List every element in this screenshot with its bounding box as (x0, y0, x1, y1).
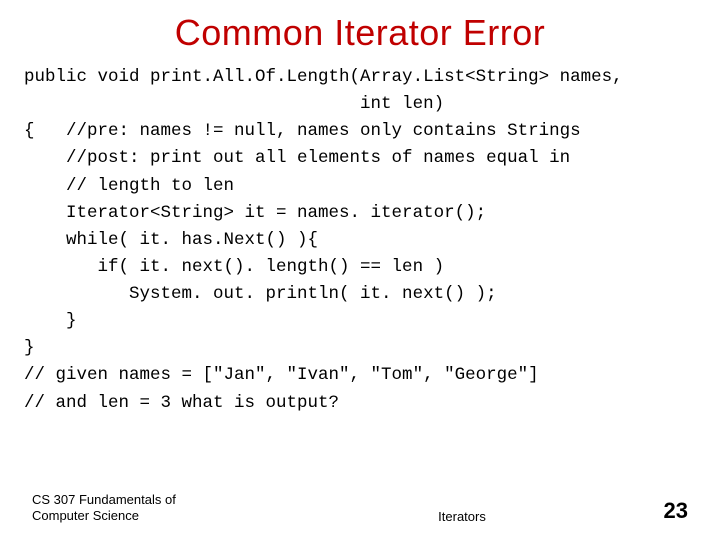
slide-container: Common Iterator Error public void print.… (0, 0, 720, 540)
code-block: public void print.All.Of.Length(Array.Li… (24, 64, 696, 492)
footer-course: CS 307 Fundamentals of Computer Science (32, 492, 212, 525)
footer-page-number: 23 (652, 498, 688, 524)
slide-title: Common Iterator Error (24, 12, 696, 54)
footer: CS 307 Fundamentals of Computer Science … (24, 492, 696, 540)
footer-topic: Iterators (212, 509, 652, 524)
